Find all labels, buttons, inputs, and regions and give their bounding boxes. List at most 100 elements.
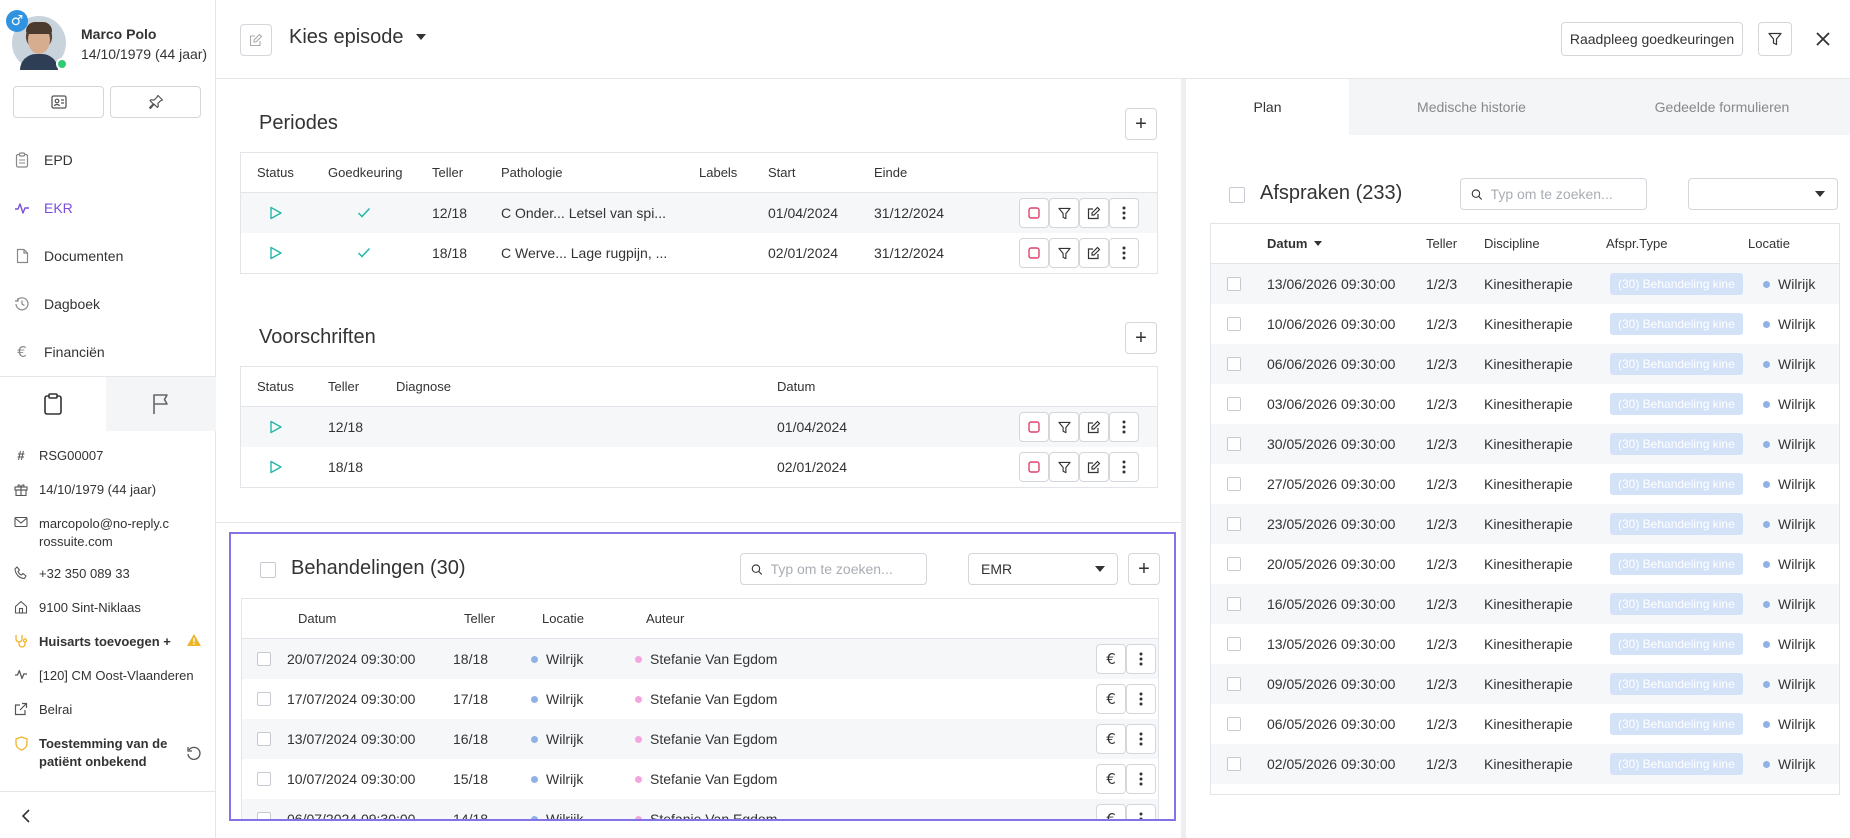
table-row[interactable]: 09/05/2026 09:30:00 1/2/3 Kinesitherapie (3…	[1211, 664, 1839, 704]
row-checkbox[interactable]	[1227, 597, 1241, 611]
edit-button[interactable]	[1079, 452, 1109, 482]
more-button[interactable]	[1126, 804, 1156, 819]
patient-profile[interactable]: ♂ Marco Polo 14/10/1979 (44 jaar)	[6, 10, 212, 74]
table-row[interactable]: 18/18 02/01/2024	[241, 447, 1157, 487]
column-header[interactable]: Teller	[464, 611, 495, 626]
search-input[interactable]	[770, 561, 926, 577]
table-row[interactable]: 20/05/2026 09:30:00 1/2/3 Kinesitherapie (3…	[1211, 544, 1839, 584]
edit-episode-button[interactable]	[240, 24, 272, 56]
row-checkbox[interactable]	[257, 772, 271, 786]
column-header[interactable]: Pathologie	[501, 165, 562, 180]
add-periode-button[interactable]: +	[1125, 108, 1157, 140]
more-button[interactable]	[1109, 412, 1139, 442]
refresh-icon[interactable]	[186, 745, 202, 764]
column-header[interactable]: Afspr.Type	[1606, 236, 1667, 251]
column-header[interactable]: Goedkeuring	[328, 165, 402, 180]
column-header[interactable]: Teller	[432, 165, 463, 180]
sort-desc-icon[interactable]	[1314, 241, 1322, 246]
collapse-sidebar-button[interactable]	[16, 806, 36, 826]
row-checkbox[interactable]	[1227, 277, 1241, 291]
row-checkbox[interactable]	[257, 732, 271, 746]
filter-button[interactable]	[1758, 22, 1792, 56]
episode-select[interactable]: Kies episode	[289, 26, 404, 49]
tab-plan[interactable]: Plan	[1186, 79, 1349, 135]
column-header[interactable]: Einde	[874, 165, 907, 180]
patient-card-button[interactable]	[13, 86, 104, 118]
table-row[interactable]: 12/18 01/04/2024	[241, 407, 1157, 447]
stop-button[interactable]	[1019, 412, 1049, 442]
row-checkbox[interactable]	[1227, 317, 1241, 331]
filter-button[interactable]	[1049, 238, 1079, 268]
row-checkbox[interactable]	[1227, 517, 1241, 531]
row-checkbox[interactable]	[1227, 677, 1241, 691]
tab-clipboard[interactable]	[0, 377, 106, 431]
table-row[interactable]: 20/07/2024 09:30:00 18/18 Wilrijk Stefanie …	[242, 639, 1158, 679]
info-gp[interactable]: Huisarts toevoegen +	[0, 626, 216, 660]
table-row[interactable]: 10/06/2026 09:30:00 1/2/3 Kinesitherapie (3…	[1211, 304, 1839, 344]
table-row[interactable]: 30/05/2026 09:30:00 1/2/3 Kinesitherapie (3…	[1211, 424, 1839, 464]
column-header[interactable]: Discipline	[1484, 236, 1540, 251]
row-checkbox[interactable]	[1227, 637, 1241, 651]
column-header[interactable]: Labels	[699, 165, 737, 180]
sidebar-item-financien[interactable]: € Financiën	[0, 328, 216, 376]
search-input[interactable]	[1490, 186, 1646, 202]
more-button[interactable]	[1126, 684, 1156, 714]
close-button[interactable]	[1812, 28, 1834, 50]
stop-button[interactable]	[1019, 238, 1049, 268]
column-header[interactable]: Teller	[328, 379, 359, 394]
column-header-sorted[interactable]: Datum	[1267, 236, 1307, 251]
table-row[interactable]: 16/05/2026 09:30:00 1/2/3 Kinesitherapie (3…	[1211, 584, 1839, 624]
row-checkbox[interactable]	[1227, 437, 1241, 451]
tab-flag[interactable]	[106, 377, 216, 431]
row-checkbox[interactable]	[257, 692, 271, 706]
column-header[interactable]: Teller	[1426, 236, 1457, 251]
row-checkbox[interactable]	[1227, 757, 1241, 771]
billing-button[interactable]: €	[1096, 644, 1126, 674]
table-row[interactable]: 06/07/2024 09:30:00 14/18 Wilrijk Stefanie …	[242, 799, 1158, 819]
table-row[interactable]: 27/05/2026 09:30:00 1/2/3 Kinesitherapie (3…	[1211, 464, 1839, 504]
select-all-checkbox[interactable]	[1229, 187, 1245, 203]
row-checkbox[interactable]	[257, 652, 271, 666]
table-row[interactable]: 12/18 C Onder... Letsel van spi... 01/04…	[241, 193, 1157, 233]
add-voorschrift-button[interactable]: +	[1125, 322, 1157, 354]
info-email[interactable]: marcopolo@no-reply.crossuite.com	[0, 508, 216, 558]
row-checkbox[interactable]	[1227, 397, 1241, 411]
afspraken-filter-select[interactable]	[1688, 178, 1838, 210]
sidebar-item-ekr[interactable]: EKR	[0, 184, 216, 232]
row-checkbox[interactable]	[1227, 357, 1241, 371]
consult-approvals-button[interactable]: Raadpleeg goedkeuringen	[1561, 22, 1743, 56]
billing-button[interactable]: €	[1096, 804, 1126, 819]
sidebar-item-epd[interactable]: EPD	[0, 136, 216, 184]
table-row[interactable]: 18/18 C Werve... Lage rugpijn, ... 02/01…	[241, 233, 1157, 273]
column-header[interactable]: Status	[257, 379, 294, 394]
info-belrai-link[interactable]: Belrai	[0, 694, 216, 728]
row-checkbox[interactable]	[257, 812, 271, 819]
stop-button[interactable]	[1019, 452, 1049, 482]
info-phone[interactable]: +32 350 089 33	[0, 558, 216, 592]
table-row[interactable]: 06/06/2026 09:30:00 1/2/3 Kinesitherapie (3…	[1211, 344, 1839, 384]
table-row[interactable]: 03/06/2026 09:30:00 1/2/3 Kinesitherapie (3…	[1211, 384, 1839, 424]
billing-button[interactable]: €	[1096, 684, 1126, 714]
caret-down-icon[interactable]	[416, 34, 426, 40]
edit-button[interactable]	[1079, 238, 1109, 268]
column-header[interactable]: Diagnose	[396, 379, 451, 394]
behandelingen-search[interactable]	[740, 553, 927, 585]
more-button[interactable]	[1109, 452, 1139, 482]
table-row[interactable]: 13/05/2026 09:30:00 1/2/3 Kinesitherapie (3…	[1211, 624, 1839, 664]
column-header[interactable]: Auteur	[646, 611, 684, 626]
row-checkbox[interactable]	[1227, 717, 1241, 731]
row-checkbox[interactable]	[1227, 477, 1241, 491]
column-header[interactable]: Locatie	[542, 611, 584, 626]
column-header[interactable]: Locatie	[1748, 236, 1790, 251]
pin-button[interactable]	[110, 86, 201, 118]
column-header[interactable]: Start	[768, 165, 795, 180]
tab-gedeelde-formulieren[interactable]: Gedeelde formulieren	[1594, 79, 1850, 135]
afspraken-search[interactable]	[1460, 178, 1647, 210]
column-header[interactable]: Datum	[298, 611, 336, 626]
table-row[interactable]: 23/05/2026 09:30:00 1/2/3 Kinesitherapie (3…	[1211, 504, 1839, 544]
more-button[interactable]	[1126, 644, 1156, 674]
sidebar-item-dagboek[interactable]: Dagboek	[0, 280, 216, 328]
column-header[interactable]: Datum	[777, 379, 815, 394]
filter-button[interactable]	[1049, 198, 1079, 228]
edit-button[interactable]	[1079, 412, 1109, 442]
